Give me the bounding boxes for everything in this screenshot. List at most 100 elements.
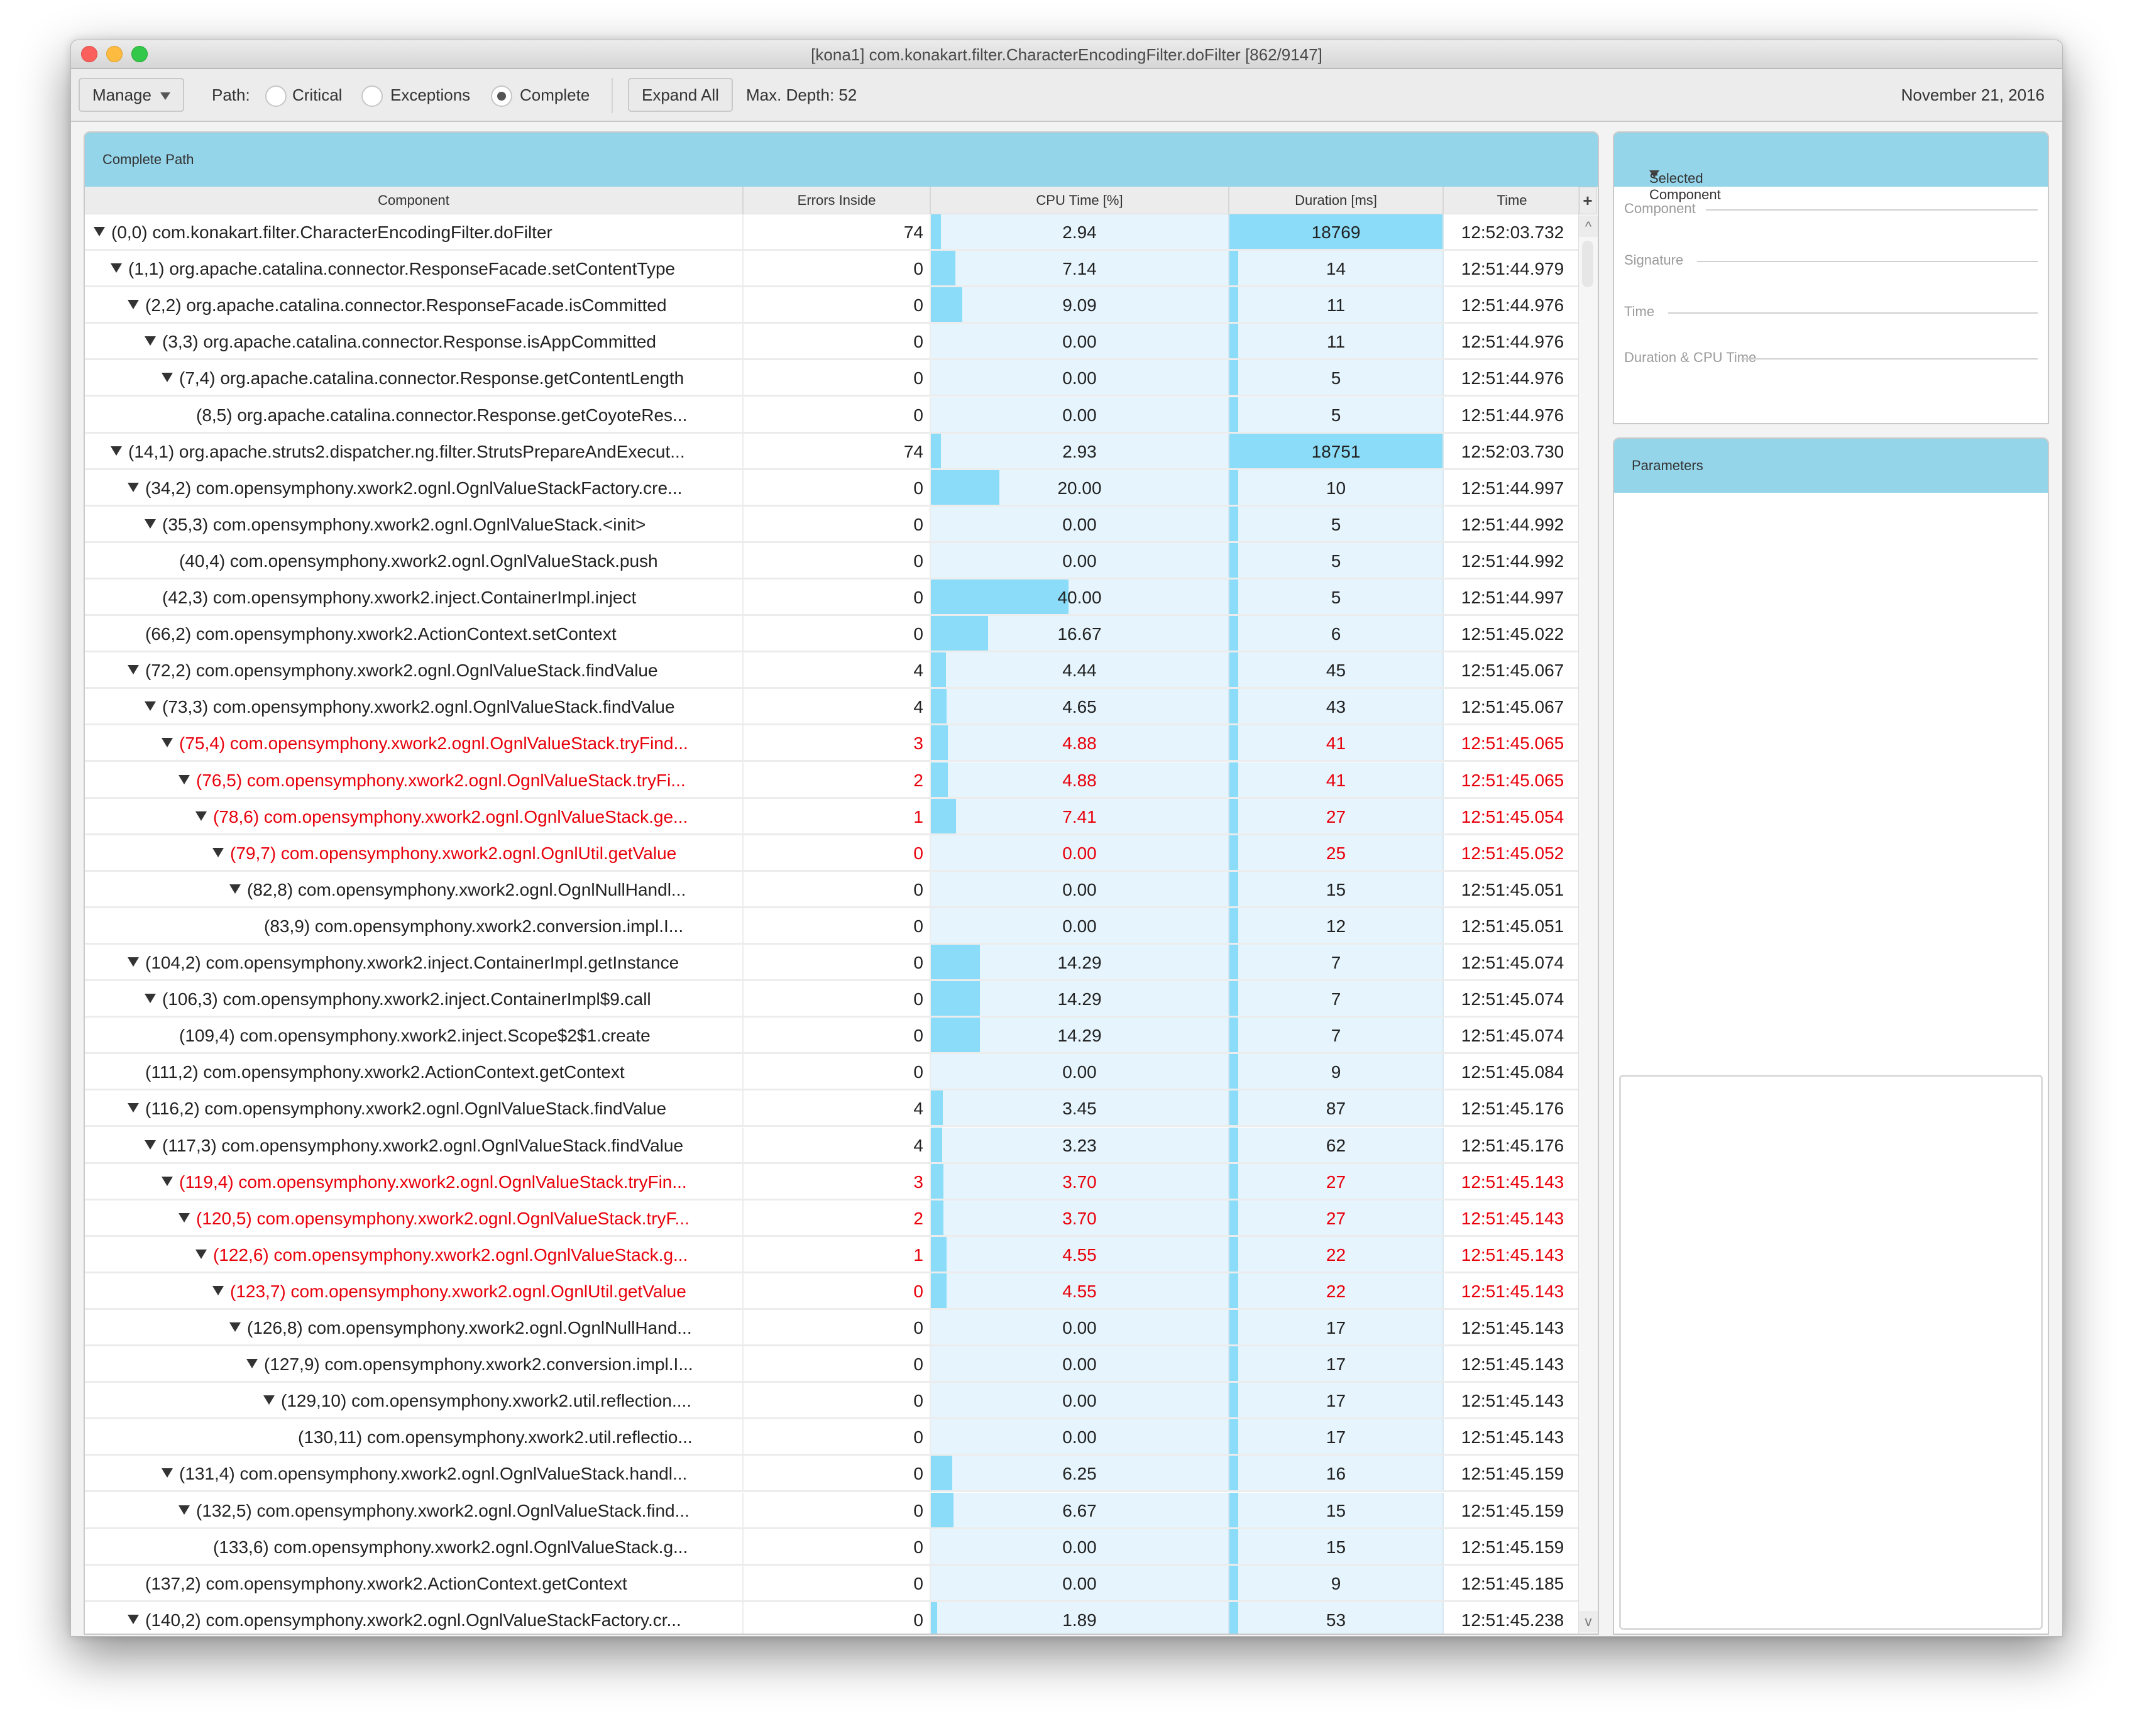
table-row[interactable]: (66,2) com.opensymphony.xwork2.ActionCon…	[85, 616, 1579, 653]
table-row[interactable]: (130,11) com.opensymphony.xwork2.util.re…	[85, 1419, 1579, 1456]
expand-toggle-icon[interactable]	[162, 1176, 173, 1186]
expand-toggle-icon[interactable]	[145, 701, 156, 711]
column-header-errors[interactable]: Errors Inside	[744, 187, 931, 214]
component-cell[interactable]: (35,3) com.opensymphony.xwork2.ognl.Ognl…	[85, 506, 744, 541]
column-header-component[interactable]: Component	[85, 187, 744, 214]
component-cell[interactable]: (40,4) com.opensymphony.xwork2.ognl.Ognl…	[85, 542, 744, 578]
table-row[interactable]: (72,2) com.opensymphony.xwork2.ognl.Ognl…	[85, 652, 1579, 689]
table-row[interactable]: (127,9) com.opensymphony.xwork2.conversi…	[85, 1346, 1579, 1383]
expand-toggle-icon[interactable]	[128, 1614, 139, 1624]
scroll-down-arrow-icon[interactable]: v	[1579, 1611, 1598, 1632]
component-cell[interactable]: (120,5) com.opensymphony.xwork2.ognl.Ogn…	[85, 1200, 744, 1235]
table-row[interactable]: (34,2) com.opensymphony.xwork2.ognl.Ognl…	[85, 470, 1579, 507]
table-row[interactable]: (129,10) com.opensymphony.xwork2.util.re…	[85, 1383, 1579, 1420]
expand-toggle-icon[interactable]	[179, 1212, 190, 1222]
component-cell[interactable]: (82,8) com.opensymphony.xwork2.ognl.Ognl…	[85, 871, 744, 906]
column-header-time[interactable]: Time	[1444, 187, 1581, 214]
expand-toggle-icon[interactable]	[179, 774, 190, 784]
table-row[interactable]: (123,7) com.opensymphony.xwork2.ognl.Ogn…	[85, 1273, 1579, 1310]
expand-toggle-icon[interactable]	[145, 1140, 156, 1150]
expand-toggle-icon[interactable]	[246, 1359, 258, 1369]
expand-toggle-icon[interactable]	[162, 1468, 173, 1478]
component-cell[interactable]: (106,3) com.opensymphony.xwork2.inject.C…	[85, 981, 744, 1016]
radio-exceptions[interactable]	[361, 85, 383, 107]
component-cell[interactable]: (79,7) com.opensymphony.xwork2.ognl.Ognl…	[85, 835, 744, 870]
component-cell[interactable]: (133,6) com.opensymphony.xwork2.ognl.Ogn…	[85, 1529, 744, 1564]
expand-toggle-icon[interactable]	[145, 336, 156, 346]
table-row[interactable]: (14,1) org.apache.struts2.dispatcher.ng.…	[85, 433, 1579, 470]
column-header-cpu[interactable]: CPU Time [%]	[931, 187, 1229, 214]
table-row[interactable]: (117,3) com.opensymphony.xwork2.ognl.Ogn…	[85, 1127, 1579, 1164]
table-row[interactable]: (133,6) com.opensymphony.xwork2.ognl.Ogn…	[85, 1529, 1579, 1566]
component-cell[interactable]: (14,1) org.apache.struts2.dispatcher.ng.…	[85, 433, 744, 468]
expand-toggle-icon[interactable]	[179, 1505, 190, 1515]
expand-toggle-icon[interactable]	[229, 1322, 241, 1332]
selected-component-header[interactable]: Selected Component	[1614, 133, 2048, 202]
table-row[interactable]: (76,5) com.opensymphony.xwork2.ognl.Ognl…	[85, 762, 1579, 799]
scrollbar-thumb[interactable]	[1582, 241, 1593, 287]
expand-toggle-icon[interactable]	[162, 373, 173, 383]
component-cell[interactable]: (73,3) com.opensymphony.xwork2.ognl.Ognl…	[85, 689, 744, 724]
table-row[interactable]: (106,3) com.opensymphony.xwork2.inject.C…	[85, 981, 1579, 1018]
component-cell[interactable]: (140,2) com.opensymphony.xwork2.ognl.Ogn…	[85, 1601, 744, 1634]
component-cell[interactable]: (130,11) com.opensymphony.xwork2.util.re…	[85, 1419, 744, 1454]
component-cell[interactable]: (131,4) com.opensymphony.xwork2.ognl.Ogn…	[85, 1456, 744, 1491]
radio-critical-label[interactable]: Critical	[292, 85, 342, 105]
expand-toggle-icon[interactable]	[263, 1395, 275, 1405]
component-cell[interactable]: (122,6) com.opensymphony.xwork2.ognl.Ogn…	[85, 1236, 744, 1272]
expand-toggle-icon[interactable]	[195, 811, 207, 821]
add-column-button[interactable]: +	[1579, 187, 1596, 214]
table-row[interactable]: (111,2) com.opensymphony.xwork2.ActionCo…	[85, 1054, 1579, 1091]
component-cell[interactable]: (111,2) com.opensymphony.xwork2.ActionCo…	[85, 1054, 744, 1089]
component-cell[interactable]: (119,4) com.opensymphony.xwork2.ognl.Ogn…	[85, 1163, 744, 1199]
component-cell[interactable]: (76,5) com.opensymphony.xwork2.ognl.Ognl…	[85, 762, 744, 797]
component-cell[interactable]: (132,5) com.opensymphony.xwork2.ognl.Ogn…	[85, 1492, 744, 1527]
table-row[interactable]: (7,4) org.apache.catalina.connector.Resp…	[85, 360, 1579, 397]
component-cell[interactable]: (75,4) com.opensymphony.xwork2.ognl.Ognl…	[85, 725, 744, 761]
table-row[interactable]: (75,4) com.opensymphony.xwork2.ognl.Ognl…	[85, 725, 1579, 762]
expand-toggle-icon[interactable]	[128, 1103, 139, 1113]
table-row[interactable]: (42,3) com.opensymphony.xwork2.inject.Co…	[85, 580, 1579, 616]
expand-all-button[interactable]: Expand All	[628, 78, 733, 112]
component-cell[interactable]: (83,9) com.opensymphony.xwork2.conversio…	[85, 908, 744, 943]
table-row[interactable]: (82,8) com.opensymphony.xwork2.ognl.Ognl…	[85, 871, 1579, 908]
column-header-duration[interactable]: Duration [ms]	[1229, 187, 1444, 214]
table-row[interactable]: (126,8) com.opensymphony.xwork2.ognl.Ogn…	[85, 1310, 1579, 1346]
table-row[interactable]: (40,4) com.opensymphony.xwork2.ognl.Ognl…	[85, 542, 1579, 580]
component-cell[interactable]: (0,0) com.konakart.filter.CharacterEncod…	[85, 214, 744, 249]
table-row[interactable]: (1,1) org.apache.catalina.connector.Resp…	[85, 251, 1579, 288]
component-cell[interactable]: (104,2) com.opensymphony.xwork2.inject.C…	[85, 945, 744, 979]
expand-toggle-icon[interactable]	[162, 738, 173, 748]
table-row[interactable]: (122,6) com.opensymphony.xwork2.ognl.Ogn…	[85, 1236, 1579, 1273]
radio-complete[interactable]	[491, 85, 512, 107]
component-cell[interactable]: (72,2) com.opensymphony.xwork2.ognl.Ognl…	[85, 652, 744, 688]
table-row[interactable]: (116,2) com.opensymphony.xwork2.ognl.Ogn…	[85, 1090, 1579, 1128]
component-cell[interactable]: (116,2) com.opensymphony.xwork2.ognl.Ogn…	[85, 1090, 744, 1126]
component-cell[interactable]: (2,2) org.apache.catalina.connector.Resp…	[85, 287, 744, 322]
expand-toggle-icon[interactable]	[128, 300, 139, 310]
table-row[interactable]: (0,0) com.konakart.filter.CharacterEncod…	[85, 214, 1579, 251]
table-row[interactable]: (131,4) com.opensymphony.xwork2.ognl.Ogn…	[85, 1456, 1579, 1493]
expand-toggle-icon[interactable]	[128, 957, 139, 967]
expand-toggle-icon[interactable]	[195, 1249, 207, 1259]
table-row[interactable]: (73,3) com.opensymphony.xwork2.ognl.Ognl…	[85, 689, 1579, 726]
table-row[interactable]: (120,5) com.opensymphony.xwork2.ognl.Ogn…	[85, 1200, 1579, 1237]
component-cell[interactable]: (1,1) org.apache.catalina.connector.Resp…	[85, 251, 744, 286]
table-row[interactable]: (109,4) com.opensymphony.xwork2.inject.S…	[85, 1018, 1579, 1055]
manage-dropdown[interactable]: Manage	[79, 78, 184, 112]
radio-critical[interactable]	[265, 85, 287, 107]
expand-toggle-icon[interactable]	[111, 263, 122, 273]
table-row[interactable]: (137,2) com.opensymphony.xwork2.ActionCo…	[85, 1565, 1579, 1602]
table-row[interactable]: (3,3) org.apache.catalina.connector.Resp…	[85, 324, 1579, 361]
table-row[interactable]: (104,2) com.opensymphony.xwork2.inject.C…	[85, 945, 1579, 981]
component-cell[interactable]: (8,5) org.apache.catalina.connector.Resp…	[85, 397, 744, 432]
component-cell[interactable]: (7,4) org.apache.catalina.connector.Resp…	[85, 360, 744, 395]
parameters-detail-area[interactable]	[1619, 1075, 2043, 1630]
expand-toggle-icon[interactable]	[111, 446, 122, 456]
component-cell[interactable]: (126,8) com.opensymphony.xwork2.ognl.Ogn…	[85, 1310, 744, 1344]
component-cell[interactable]: (127,9) com.opensymphony.xwork2.conversi…	[85, 1346, 744, 1382]
component-cell[interactable]: (109,4) com.opensymphony.xwork2.inject.S…	[85, 1018, 744, 1053]
radio-exceptions-label[interactable]: Exceptions	[390, 85, 470, 105]
component-cell[interactable]: (78,6) com.opensymphony.xwork2.ognl.Ognl…	[85, 798, 744, 833]
expand-toggle-icon[interactable]	[94, 227, 105, 236]
